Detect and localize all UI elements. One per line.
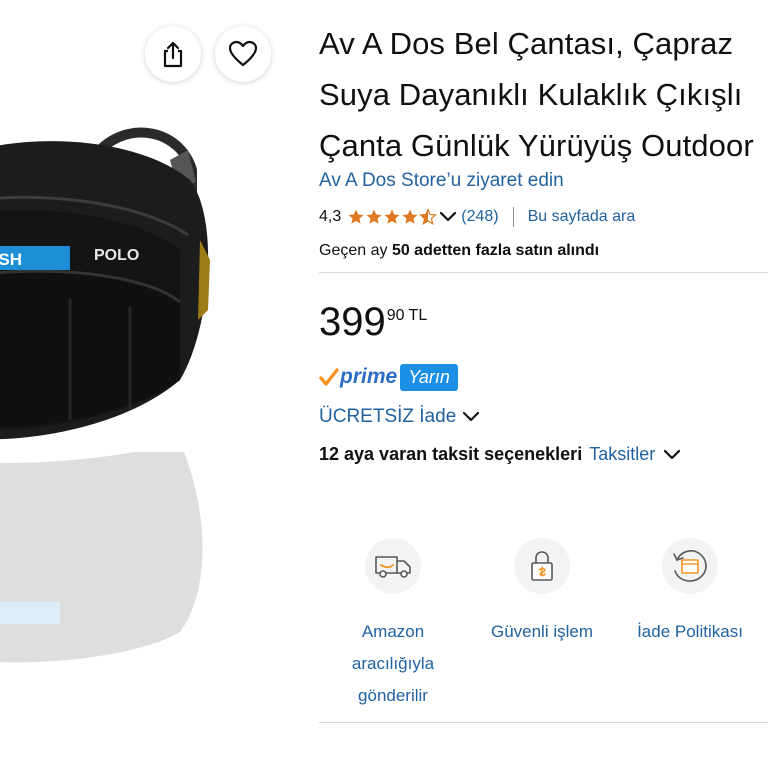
bought-count: 50 adetten fazla satın alındı [391,242,600,259]
product-image[interactable]: REWISH POLO [0,110,230,470]
installment-text: 12 aya varan taksit seçenekleri [319,444,583,464]
feature-label-line: gönderilir [358,686,428,705]
bag-brand-label: REWISH [0,250,22,269]
price-currency: TL [408,307,428,324]
product-title-line-1: Av A Dos Bel Çantası, Çapraz [319,26,734,61]
star-icon [366,209,382,224]
feature-return-policy[interactable]: İade Politikası [620,538,760,648]
chevron-down-icon [463,411,480,422]
product-title-line-2: Suya Dayanıklı Kulaklık Çıkışlı [319,77,743,112]
feature-label-line: Güvenli işlem [490,622,594,641]
installment-options: 12 aya varan taksit seçenekleri Taksitle… [319,444,681,465]
secure-lock-icon [514,538,570,594]
feature-label-line: Amazon [361,622,425,641]
section-divider [319,722,768,723]
free-return-label: ÜCRETSİZ İade [319,406,457,427]
feature-shipped-by-amazon[interactable]: Amazon aracılığıyla gönderilir [323,538,463,712]
product-title-line-3: Çanta Günlük Yürüyüş Outdoor [319,128,754,163]
section-divider [319,272,768,273]
search-on-page-link[interactable]: Bu sayfada ara [528,208,636,226]
feature-label-line: aracılığıyla [351,654,435,673]
feature-label: Güvenli işlem [472,616,612,648]
rating-row: 4,3 (248) Bu sayfada ara [319,205,635,229]
prime-check-icon [319,368,339,386]
bought-last-month: Geçen ay 50 adetten fazla satın alındı [319,242,599,260]
store-link[interactable]: Av A Dos Store’u ziyaret edin [319,170,564,192]
rating-count-link[interactable]: (248) [461,208,498,226]
feature-label-line: İade Politikası [637,622,743,641]
chevron-down-icon[interactable] [663,449,681,461]
feature-secure-transaction[interactable]: Güvenli işlem [472,538,612,648]
product-title: Av A Dos Bel Çantası, Çapraz Suya Dayanı… [319,18,768,171]
prime-logo-text: prime [340,365,398,388]
installment-link[interactable]: Taksitler [589,444,655,465]
product-image-reflection [0,452,203,663]
star-icon [348,209,364,224]
product-image-area[interactable]: REWISH POLO [0,0,300,768]
delivery-van-icon [365,538,421,594]
prime-delivery-badge: Yarın [400,363,458,391]
star-icon [402,209,418,224]
wishlist-button[interactable] [215,26,271,82]
divider [512,207,514,227]
heart-icon [228,40,258,67]
star-rating[interactable] [347,208,438,226]
price-whole: 399 [319,300,386,344]
star-icon [384,209,400,224]
bag-model-label: POLO [94,247,139,264]
feature-label: Amazon aracılığıyla gönderilir [323,616,463,712]
rating-dropdown-chevron[interactable] [439,211,457,223]
share-icon [163,41,183,68]
return-policy-icon [662,538,718,594]
free-return-link[interactable]: ÜCRETSİZ İade [319,406,480,428]
price: 399 90 TL [319,300,427,344]
half-star-icon [419,208,438,225]
rating-value: 4,3 [319,208,342,225]
share-button[interactable] [145,26,201,82]
chevron-down-icon [440,211,457,222]
prime-delivery[interactable]: prime Yarın [319,360,458,394]
bought-prefix: Geçen ay [319,242,392,259]
feature-label: İade Politikası [620,616,760,648]
price-fraction: 90 [386,307,405,324]
